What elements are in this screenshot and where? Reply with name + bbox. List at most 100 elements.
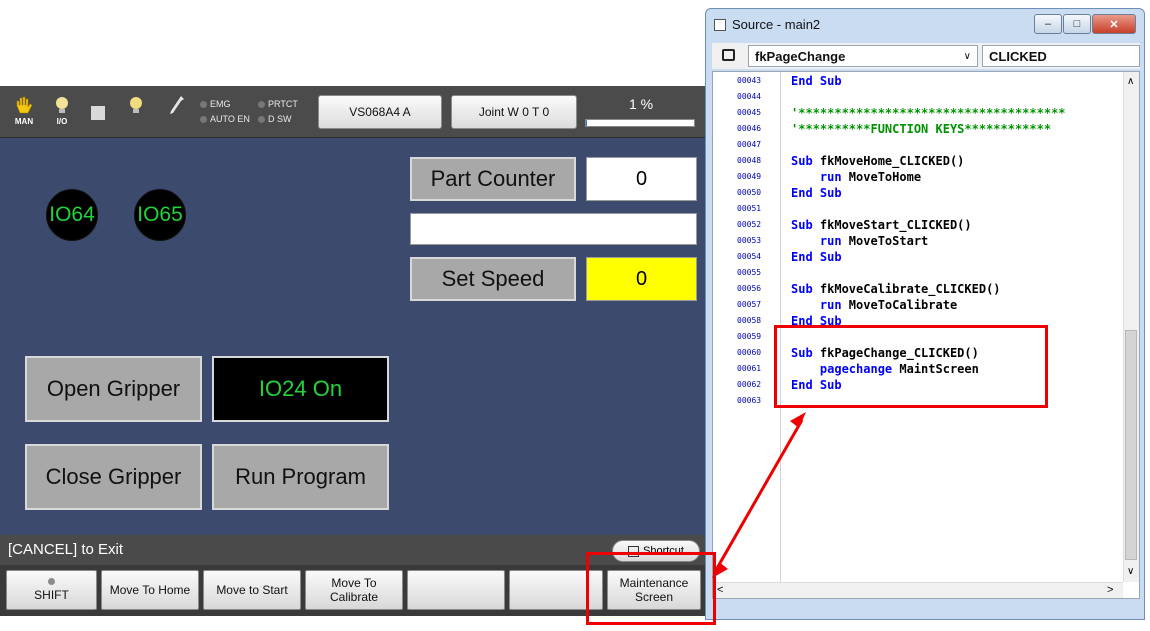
line-number: 00046 [737, 124, 762, 133]
document-icon [714, 19, 726, 31]
io24-on-button[interactable]: IO24 On [212, 356, 389, 422]
line-number: 00055 [737, 268, 762, 277]
run-program-button[interactable]: Run Program [212, 444, 389, 510]
line-number: 00059 [737, 332, 762, 341]
vertical-scrollbar[interactable]: ∧ ∨ [1123, 72, 1139, 582]
code-token: '**********FUNCTION KEYS************ [791, 122, 1052, 136]
emg-indicator: EMG [200, 98, 231, 110]
io65-indicator: IO65 [134, 189, 186, 241]
fkey-shift[interactable]: SHIFT [6, 570, 97, 610]
line-number: 00051 [737, 204, 762, 213]
status-bar: MAN I/O EMG PRTCT AUTO EN D SW VS068A4 A… [0, 86, 707, 138]
line-number: 00053 [737, 236, 762, 245]
close-button[interactable]: ✕ [1092, 14, 1136, 34]
set-speed-value[interactable]: 0 [586, 257, 697, 301]
code-line[interactable]: End Sub [791, 74, 842, 88]
window-title: Source - main2 [732, 17, 821, 32]
set-speed-label: Set Speed [410, 257, 576, 301]
line-number: 00056 [737, 284, 762, 293]
code-highlight-box [774, 325, 1048, 408]
line-number: 00054 [737, 252, 762, 261]
object-combo[interactable]: fkPageChange ∨ [748, 45, 978, 67]
clipboard-icon[interactable] [722, 49, 735, 61]
line-number: 00045 [737, 108, 762, 117]
code-line[interactable]: '**********FUNCTION KEYS************ [791, 122, 1051, 136]
code-line[interactable]: run MoveToCalibrate [791, 298, 957, 312]
source-editor-window: Source - main2 – □ ✕ fkPageChange ∨ CLIC… [705, 8, 1145, 620]
stop-square-icon[interactable] [91, 106, 105, 120]
speed-percent-label: 1 % [628, 96, 654, 112]
close-gripper-button[interactable]: Close Gripper [25, 444, 202, 510]
event-combo[interactable]: CLICKED [982, 45, 1140, 67]
vertical-scroll-thumb[interactable] [1125, 330, 1137, 560]
scroll-left-icon[interactable]: < [717, 584, 723, 596]
prtct-indicator: PRTCT [258, 98, 298, 110]
fkey-move-to-start[interactable]: Move to Start [203, 570, 301, 610]
hand-man-mode-icon[interactable]: MAN [10, 94, 38, 134]
code-line[interactable]: Sub fkMoveCalibrate_CLICKED() [791, 282, 1001, 296]
code-token: fkMoveCalibrate_CLICKED() [819, 282, 1001, 296]
scroll-right-icon[interactable]: > [1107, 584, 1113, 596]
scroll-up-icon[interactable]: ∧ [1127, 76, 1134, 87]
code-token: fkMoveStart_CLICKED() [819, 218, 972, 232]
line-number: 00048 [737, 156, 762, 165]
fkey-blank-5[interactable] [407, 570, 505, 610]
code-token: run [791, 234, 849, 248]
line-number: 00058 [737, 316, 762, 325]
code-token: '************************************* [791, 106, 1066, 120]
line-number: 00060 [737, 348, 762, 357]
code-token: fkMoveHome_CLICKED() [819, 154, 965, 168]
code-token: Sub [791, 218, 820, 232]
line-number-gutter: 00043 00044 00045 00046 00047 00048 00049 00050… [713, 72, 781, 582]
line-number: 00050 [737, 188, 762, 197]
code-token: MoveToStart [848, 234, 929, 248]
fkey-move-to-calibrate[interactable]: Move To Calibrate [305, 570, 403, 610]
speed-progress-bar [585, 119, 695, 127]
maximize-button[interactable]: □ [1063, 14, 1091, 34]
object-combo-value: fkPageChange [755, 48, 846, 64]
io-bulb-icon[interactable]: I/O [48, 94, 76, 134]
part-counter-label: Part Counter [410, 157, 576, 201]
light-bulb-icon[interactable] [122, 94, 150, 134]
open-gripper-button[interactable]: Open Gripper [25, 356, 202, 422]
code-token: End Sub [791, 74, 842, 88]
scroll-down-icon[interactable]: ∨ [1127, 566, 1134, 577]
code-line[interactable]: run MoveToStart [791, 234, 928, 248]
code-line[interactable]: Sub fkMoveStart_CLICKED() [791, 218, 972, 232]
code-token: Sub [791, 154, 820, 168]
part-counter-value[interactable]: 0 [586, 157, 697, 201]
wrench-icon[interactable] [162, 94, 190, 134]
line-number: 00052 [737, 220, 762, 229]
code-token: Sub [791, 282, 820, 296]
line-number: 00063 [737, 396, 762, 405]
code-line[interactable]: Sub fkMoveHome_CLICKED() [791, 154, 964, 168]
code-line[interactable]: '************************************* [791, 106, 1066, 120]
code-line[interactable]: End Sub [791, 186, 842, 200]
line-number: 00049 [737, 172, 762, 181]
io64-indicator: IO64 [46, 189, 98, 241]
line-number: 00044 [737, 92, 762, 101]
line-number: 00061 [737, 364, 762, 373]
cancel-exit-text: [CANCEL] to Exit [8, 541, 124, 558]
code-line[interactable]: run MoveToHome [791, 170, 921, 184]
editor-toolbar: fkPageChange ∨ CLICKED [712, 43, 1140, 69]
fkey-move-to-home[interactable]: Move To Home [101, 570, 199, 610]
message-field[interactable] [410, 213, 697, 245]
line-number: 00047 [737, 140, 762, 149]
line-number: 00062 [737, 380, 762, 389]
d-sw-indicator: D SW [258, 113, 292, 125]
man-label: MAN [14, 117, 34, 126]
code-token: run [791, 298, 849, 312]
joint-mode-button[interactable]: Joint W 0 T 0 [451, 95, 577, 129]
code-token: MoveToHome [848, 170, 922, 184]
auto-en-indicator: AUTO EN [200, 113, 250, 125]
code-line[interactable]: End Sub [791, 250, 842, 264]
minimize-button[interactable]: – [1034, 14, 1062, 34]
title-bar: Source - main2 – □ ✕ [706, 9, 1144, 41]
line-number: 00043 [737, 76, 762, 85]
fkey-shift-label: SHIFT [34, 588, 69, 602]
code-token: End Sub [791, 250, 842, 264]
code-token: run [791, 170, 849, 184]
horizontal-scrollbar[interactable]: < > [713, 582, 1123, 598]
robot-type-button[interactable]: VS068A4 A [318, 95, 442, 129]
